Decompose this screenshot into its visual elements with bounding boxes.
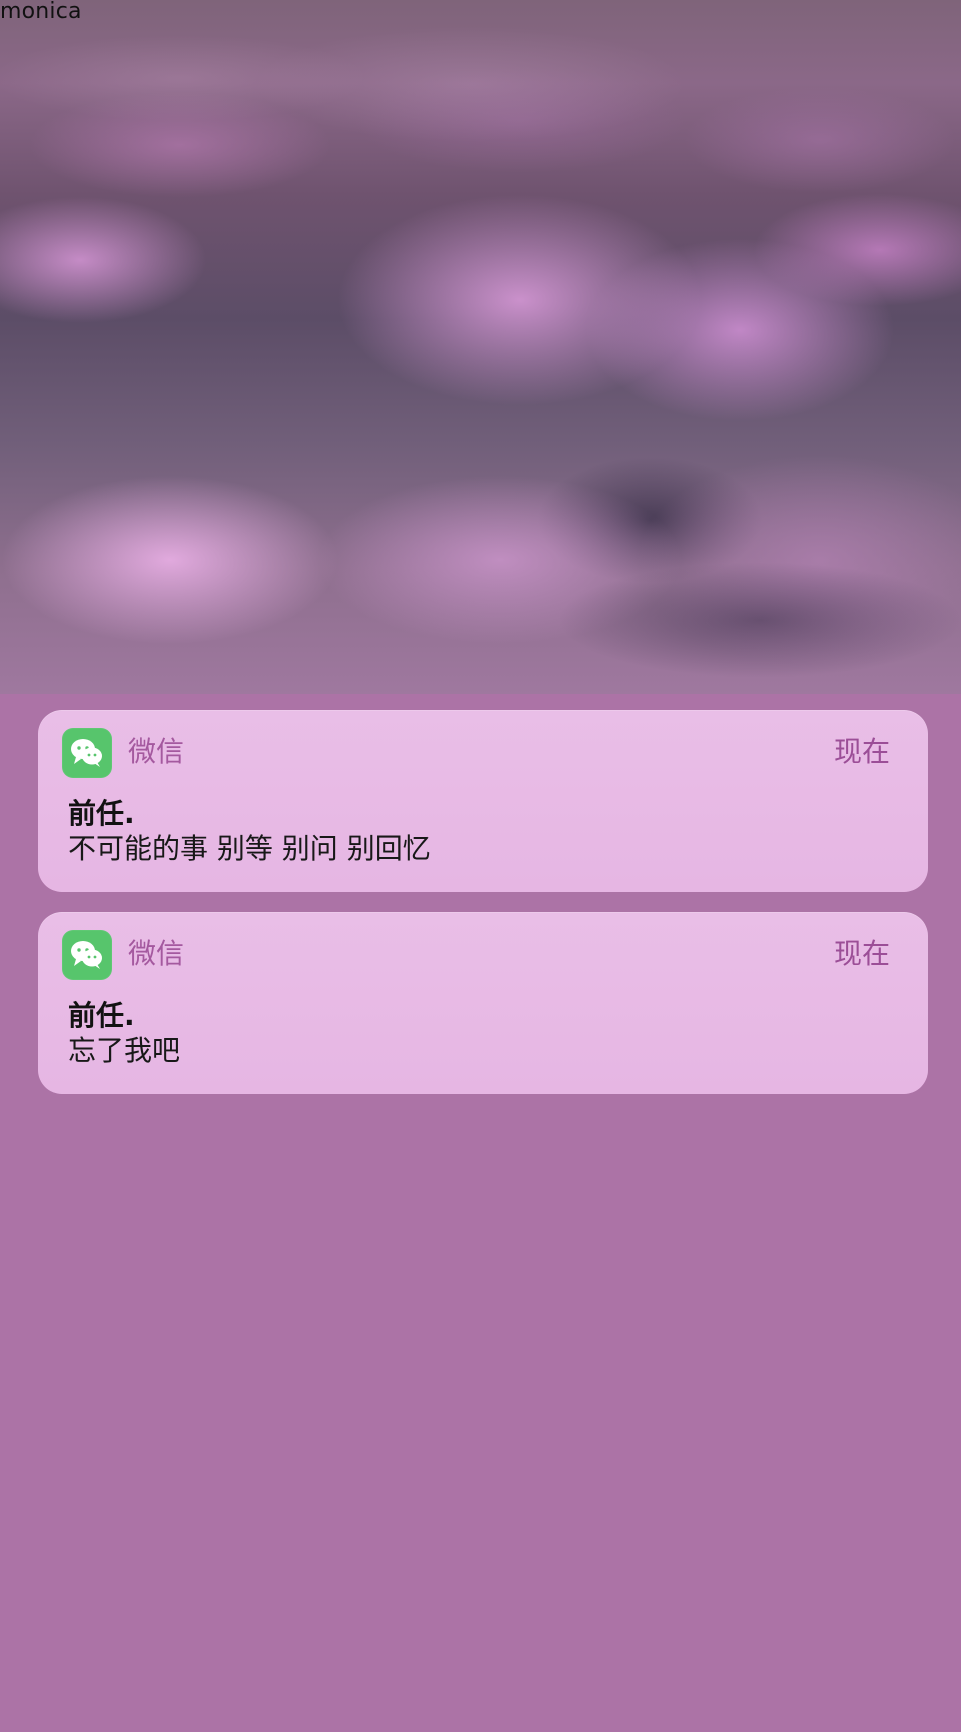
notification-time: 现在 (833, 937, 890, 970)
message-preview: 忘了我吧 (68, 1034, 181, 1067)
cloud-shading (0, 0, 961, 694)
notification-header: 微信 现在 (62, 930, 890, 980)
notification-body: 前任. 不可能的事 别等 别问 别回忆 (68, 798, 898, 866)
notification-card[interactable]: 微信 现在 前任. 忘了我吧 (38, 912, 928, 1094)
notification-time: 现在 (833, 735, 890, 768)
watermark-text: monica (0, 0, 82, 24)
cloud-background-image (0, 0, 961, 694)
sender-name: 前任. (68, 999, 135, 1032)
app-name: 微信 (128, 937, 185, 970)
app-name: 微信 (128, 735, 185, 768)
notification-card[interactable]: 微信 现在 前任. 不可能的事 别等 别问 别回忆 (38, 710, 928, 892)
notification-header: 微信 现在 (62, 728, 890, 778)
wechat-icon (62, 930, 112, 980)
wechat-icon (62, 728, 112, 778)
notification-body: 前任. 忘了我吧 (68, 1000, 898, 1068)
sender-name: 前任. (68, 797, 135, 830)
notification-list: 微信 现在 前任. 不可能的事 别等 别问 别回忆 微信 现在 前任. 忘了我吧 (38, 710, 928, 1114)
message-preview: 不可能的事 别等 别问 别回忆 (68, 832, 431, 865)
